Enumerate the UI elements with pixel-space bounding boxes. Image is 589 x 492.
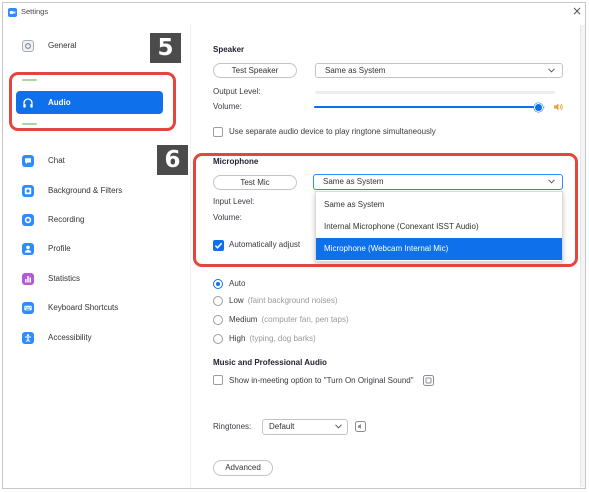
- noise-medium-label: Medium (computer fan, pen taps): [229, 315, 349, 325]
- original-sound-checkbox[interactable]: [213, 375, 223, 385]
- background-icon: [22, 184, 34, 197]
- microphone-volume-label: Volume:: [213, 213, 242, 222]
- step-badge-5: 5: [150, 33, 181, 63]
- profile-icon: [22, 242, 34, 255]
- chevron-down-icon: [548, 68, 555, 73]
- sidebar-item-background-filters[interactable]: Background & Filters: [16, 179, 163, 202]
- option-note: (computer fan, pen taps): [261, 315, 349, 324]
- noise-medium-radio[interactable]: [213, 315, 223, 325]
- speaker-device-select[interactable]: Same as System: [315, 63, 563, 78]
- close-button[interactable]: ×: [572, 4, 582, 18]
- input-level-label: Input Level:: [213, 197, 255, 206]
- window-title: Settings: [21, 7, 49, 16]
- checkmark-icon: [214, 242, 223, 249]
- noise-auto-radio[interactable]: [213, 279, 223, 289]
- slider-fill: [314, 106, 539, 108]
- speaker-volume-slider[interactable]: [314, 102, 545, 112]
- slider-knob[interactable]: [533, 102, 543, 112]
- separate-ringtone-device-checkbox[interactable]: [213, 127, 223, 137]
- option-label: Low: [229, 296, 244, 305]
- sidebar-item-profile[interactable]: Profile: [16, 237, 163, 260]
- microphone-device-value: Same as System: [323, 177, 384, 186]
- sidebar-item-label: Background & Filters: [48, 186, 123, 195]
- sidebar-item-chat[interactable]: Chat: [16, 149, 163, 172]
- microphone-heading: Microphone: [213, 157, 259, 166]
- sidebar-item-accessibility[interactable]: Accessibility: [16, 326, 163, 349]
- test-mic-button[interactable]: Test Mic: [213, 175, 297, 190]
- original-sound-label: Show in-meeting option to "Turn On Origi…: [229, 375, 414, 385]
- statistics-icon: [22, 272, 34, 285]
- dropdown-option[interactable]: Microphone (Webcam Internal Mic): [316, 238, 562, 260]
- dropdown-option[interactable]: Same as System: [316, 194, 562, 216]
- sidebar-item-label: Keyboard Shortcuts: [48, 303, 119, 312]
- sidebar-item-recording[interactable]: Recording: [16, 208, 163, 231]
- chevron-down-icon: [548, 179, 555, 184]
- sidebar-icon-fragment: [22, 79, 37, 81]
- output-level-label: Output Level:: [213, 87, 261, 96]
- original-sound-row: Show in-meeting option to "Turn On Origi…: [229, 374, 434, 386]
- sidebar-item-audio[interactable]: Audio: [16, 91, 163, 114]
- noise-high-label: High (typing, dog barks): [229, 334, 316, 344]
- sidebar-item-statistics[interactable]: Statistics: [16, 267, 163, 290]
- step-badge-6: 6: [157, 145, 188, 175]
- test-speaker-button[interactable]: Test Speaker: [213, 63, 297, 78]
- speaker-heading: Speaker: [213, 45, 245, 54]
- ringtones-select[interactable]: Default: [262, 419, 348, 435]
- sidebar-divider: [190, 24, 191, 488]
- ringtones-label: Ringtones:: [213, 422, 252, 431]
- sidebar-item-label: Recording: [48, 215, 85, 224]
- volume-high-icon: [553, 102, 563, 112]
- noise-high-radio[interactable]: [213, 334, 223, 344]
- sidebar-item-label: General: [48, 41, 77, 50]
- option-label: High: [229, 334, 246, 343]
- speaker-device-value: Same as System: [325, 66, 386, 75]
- sidebar-item-label: Accessibility: [48, 333, 92, 342]
- info-icon[interactable]: [422, 374, 434, 386]
- auto-adjust-volume-label: Automatically adjust: [229, 240, 301, 249]
- auto-adjust-volume-checkbox[interactable]: [213, 240, 224, 251]
- speaker-preview-icon[interactable]: [355, 421, 366, 432]
- sidebar-item-label: Statistics: [48, 274, 81, 283]
- option-label: Medium: [229, 315, 258, 324]
- ringtones-value: Default: [269, 422, 295, 431]
- scrollbar[interactable]: [580, 25, 585, 487]
- advanced-button[interactable]: Advanced: [213, 460, 273, 476]
- sidebar-item-label: Audio: [48, 98, 71, 107]
- speaker-volume-label: Volume:: [213, 102, 242, 111]
- music-audio-heading: Music and Professional Audio: [213, 358, 327, 367]
- sidebar-icon-fragment: [22, 123, 37, 125]
- sidebar-item-label: Profile: [48, 244, 71, 253]
- keyboard-icon: [22, 301, 34, 314]
- sidebar-item-keyboard-shortcuts[interactable]: Keyboard Shortcuts: [16, 296, 163, 319]
- chevron-down-icon: [335, 424, 342, 429]
- option-label: Auto: [229, 279, 246, 288]
- noise-low-label: Low (faint background noises): [229, 296, 338, 306]
- separate-ringtone-device-label: Use separate audio device to play ringto…: [229, 127, 436, 136]
- noise-low-radio[interactable]: [213, 296, 223, 306]
- chat-icon: [22, 154, 34, 167]
- microphone-dropdown-list: Same as System Internal Microphone (Cone…: [315, 191, 563, 262]
- microphone-device-select[interactable]: Same as System: [313, 174, 563, 190]
- recording-icon: [22, 213, 34, 226]
- sidebar-item-label: Chat: [48, 156, 65, 165]
- option-note: (faint background noises): [247, 296, 338, 305]
- sidebar-item-general[interactable]: General: [16, 34, 163, 57]
- output-level-meter: [315, 91, 555, 94]
- dropdown-option[interactable]: Internal Microphone (Conexant ISST Audio…: [316, 216, 562, 238]
- gear-icon: [22, 39, 34, 52]
- option-note: (typing, dog barks): [249, 334, 316, 343]
- noise-auto-label: Auto: [229, 279, 249, 289]
- headphones-icon: [22, 97, 34, 109]
- zoom-app-icon: [8, 8, 17, 17]
- accessibility-icon: [22, 331, 34, 344]
